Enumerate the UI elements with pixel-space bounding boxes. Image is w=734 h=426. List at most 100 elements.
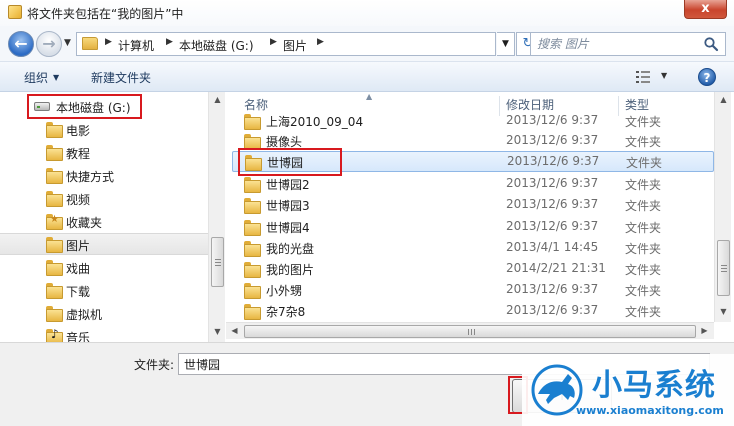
file-date: 2013/12/6 9:37 xyxy=(506,197,599,211)
file-type: 文件夹 xyxy=(625,199,662,213)
scrollbar-thumb[interactable] xyxy=(244,325,696,338)
breadcrumb-separator-icon[interactable]: ▶ xyxy=(317,37,324,47)
help-icon[interactable]: ? xyxy=(698,68,716,86)
search-icon[interactable] xyxy=(703,36,719,52)
breadcrumb-separator-icon[interactable]: ▶ xyxy=(166,37,173,47)
nav-item-label: 虚拟机 xyxy=(66,308,103,322)
file-type: 文件夹 xyxy=(625,135,662,149)
close-button[interactable]: x xyxy=(684,0,727,19)
folder-icon xyxy=(244,241,261,257)
breadcrumb-pictures[interactable]: 图片 xyxy=(283,37,307,54)
grip-line xyxy=(721,265,727,266)
file-dialog-window: 将文件夹包括在“我的图片”中 x ← → ▼ ▶ 计算机 ▶ 本地磁盘 (G:)… xyxy=(0,0,734,426)
folder-field-label: 文件夹: xyxy=(134,358,175,372)
nav-item-downloads[interactable]: 下载 xyxy=(0,279,208,301)
file-list-vertical-scrollbar[interactable]: ▲ ▼ xyxy=(714,92,731,322)
navigation-scrollbar[interactable]: ▲ ▼ xyxy=(208,92,225,342)
file-name: 我的图片 xyxy=(266,263,315,277)
file-row[interactable]: 世博园2 2013/12/6 9:37 文件夹 xyxy=(232,173,714,194)
nav-item-movies[interactable]: 电影 xyxy=(0,118,208,140)
view-options-icon[interactable] xyxy=(636,71,650,83)
file-row[interactable]: 上海2010_09_04 2013/12/6 9:37 文件夹 xyxy=(232,110,714,131)
grip-line xyxy=(721,271,727,272)
file-row[interactable]: 我的光盘 2013/4/1 14:45 文件夹 xyxy=(232,237,714,258)
folder-icon xyxy=(46,122,63,138)
nav-item-pictures[interactable]: 图片 xyxy=(0,233,208,255)
history-dropdown-icon[interactable]: ▼ xyxy=(64,38,71,48)
scroll-down-icon[interactable]: ▼ xyxy=(715,304,732,320)
navigation-pane: 本地磁盘 (G:) 电影 教程 快捷方式 视频 收藏夹 图片 戏 xyxy=(0,92,225,342)
music-note-icon xyxy=(46,327,62,342)
file-type: 文件夹 xyxy=(625,284,662,298)
file-date: 2013/12/6 9:37 xyxy=(506,282,599,296)
view-dropdown-icon[interactable]: ▼ xyxy=(661,71,667,80)
nav-item-label: 电影 xyxy=(66,124,91,138)
file-row[interactable]: 小外甥 2013/12/6 9:37 文件夹 xyxy=(232,279,714,300)
scrollbar-thumb[interactable] xyxy=(717,240,730,296)
scroll-left-icon[interactable]: ◀ xyxy=(226,323,243,339)
file-type: 文件夹 xyxy=(625,221,662,235)
scroll-up-icon[interactable]: ▲ xyxy=(715,92,732,108)
file-name: 我的光盘 xyxy=(266,242,315,256)
file-list-horizontal-scrollbar[interactable]: ◀ ▶ xyxy=(226,322,714,339)
nav-item-label: 收藏夹 xyxy=(66,216,103,230)
file-row[interactable]: 世博园3 2013/12/6 9:37 文件夹 xyxy=(232,194,714,215)
nav-item-opera[interactable]: 戏曲 xyxy=(0,256,208,278)
nav-item-tutorials[interactable]: 教程 xyxy=(0,141,208,163)
file-name: 小外甥 xyxy=(266,284,303,298)
folder-icon xyxy=(46,191,63,207)
file-name: 世博园2 xyxy=(266,178,310,192)
file-type: 文件夹 xyxy=(625,178,662,192)
file-row[interactable]: 我的图片 2014/2/21 21:31 文件夹 xyxy=(232,258,714,279)
chevron-down-icon: ▼ xyxy=(53,73,60,82)
star-icon xyxy=(46,214,62,228)
nav-item-label: 下载 xyxy=(66,285,91,299)
grip-line xyxy=(468,329,469,335)
nav-item-videos[interactable]: 视频 xyxy=(0,187,208,209)
window-title: 将文件夹包括在“我的图片”中 xyxy=(27,7,184,21)
folder-icon xyxy=(244,262,261,278)
folder-icon xyxy=(46,145,63,161)
search-box[interactable] xyxy=(530,32,726,56)
grip-line xyxy=(215,262,221,263)
forward-button[interactable]: → xyxy=(36,31,62,57)
back-button[interactable]: ← xyxy=(8,31,34,57)
title-bar: 将文件夹包括在“我的图片”中 x xyxy=(0,0,734,26)
folder-icon xyxy=(244,220,261,236)
file-date: 2013/12/6 9:37 xyxy=(507,154,600,168)
breadcrumb-separator-icon[interactable]: ▶ xyxy=(105,37,112,47)
folder-icon xyxy=(46,237,63,253)
grip-line xyxy=(474,329,475,335)
organize-button[interactable]: 组织 ▼ xyxy=(24,69,59,86)
file-type: 文件夹 xyxy=(626,156,663,170)
new-folder-button[interactable]: 新建文件夹 xyxy=(91,69,151,86)
file-row[interactable]: 世博园4 2013/12/6 9:37 文件夹 xyxy=(232,216,714,237)
scroll-up-icon[interactable]: ▲ xyxy=(209,92,226,108)
address-bar[interactable]: ▶ 计算机 ▶ 本地磁盘 (G:) ▶ 图片 ▶ xyxy=(76,32,496,56)
breadcrumb-separator-icon[interactable]: ▶ xyxy=(270,37,277,47)
nav-item-music[interactable]: 音乐 xyxy=(0,325,208,342)
file-row[interactable]: 杂7杂8 2013/12/6 9:37 文件夹 xyxy=(232,300,714,321)
scroll-down-icon[interactable]: ▼ xyxy=(209,324,226,340)
folder-icon xyxy=(46,283,63,299)
scroll-right-icon[interactable]: ▶ xyxy=(696,323,713,339)
file-type: 文件夹 xyxy=(625,115,662,129)
highlight-box-folder xyxy=(238,148,342,176)
folder-icon xyxy=(244,283,261,299)
nav-item-virtual-machines[interactable]: 虚拟机 xyxy=(0,302,208,324)
nav-item-label: 教程 xyxy=(66,147,91,161)
highlight-box-drive xyxy=(27,94,142,119)
address-dropdown-icon[interactable]: ▼ xyxy=(497,32,515,56)
folder-icon xyxy=(46,260,63,276)
scrollbar-thumb[interactable] xyxy=(211,237,224,287)
grip-line xyxy=(471,329,472,335)
search-input[interactable] xyxy=(537,36,697,52)
breadcrumb-computer[interactable]: 计算机 xyxy=(118,37,154,54)
file-date: 2013/12/6 9:37 xyxy=(506,219,599,233)
nav-item-label: 音乐 xyxy=(66,331,91,342)
watermark-logo: 小马系统 www.xiaomaxitong.com xyxy=(522,354,734,426)
nav-item-favorites[interactable]: 收藏夹 xyxy=(0,210,208,232)
nav-item-shortcuts[interactable]: 快捷方式 xyxy=(0,164,208,186)
nav-item-label: 戏曲 xyxy=(66,262,91,276)
breadcrumb-drive[interactable]: 本地磁盘 (G:) xyxy=(179,37,254,54)
